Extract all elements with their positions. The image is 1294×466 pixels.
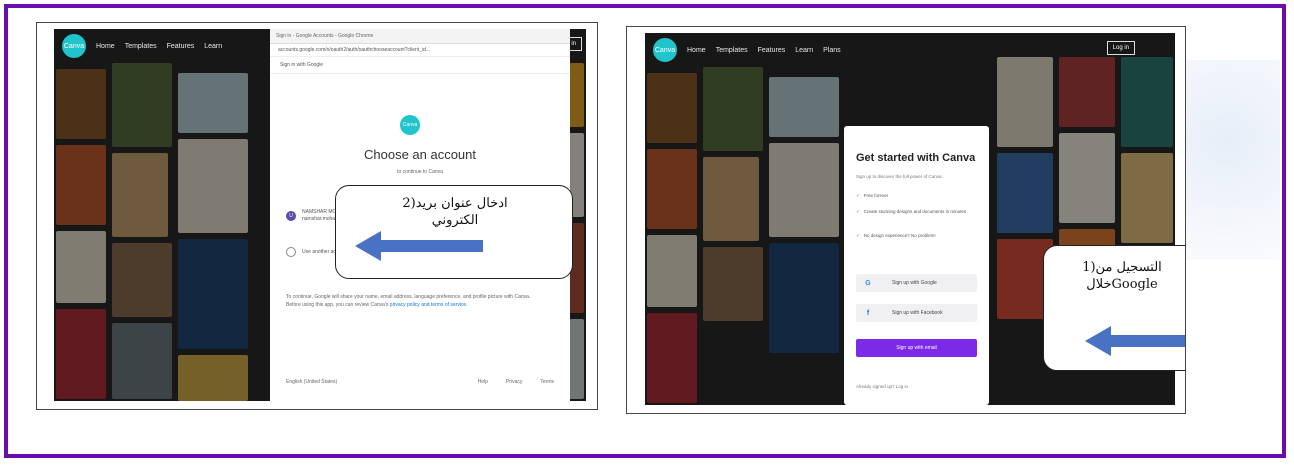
check-icon: ✓ (856, 233, 860, 238)
signup-email-label: Sign up with email (896, 345, 937, 351)
avatar: U (286, 211, 296, 221)
check-icon: ✓ (856, 193, 860, 198)
modal-subtitle: Sign up to discover the full power of Ca… (856, 174, 943, 179)
canva-logo[interactable]: Canva (653, 38, 677, 62)
callout-step-2-line1: 2)ادخال عنوان بريد (402, 196, 508, 211)
check-icon: ✓ (856, 209, 860, 214)
popup-url-bar: accounts.google.com/o/oauth2/auth/oauthc… (270, 44, 570, 57)
left-arrow-icon (1085, 326, 1185, 356)
callout-step-1-line2: خلالGoogle (1086, 277, 1158, 292)
continue-to-text: to continue to Canva (397, 169, 443, 175)
feature-bullet: ✓ Free forever (856, 192, 981, 199)
signup-google-label: Sign up with Google (892, 280, 937, 286)
nav-home[interactable]: Home (96, 43, 115, 50)
feature-bullet: ✓ No design experience? No problem! (856, 232, 981, 239)
screenshot-google-account-chooser: Canva Home Templates Features Learn Log … (36, 22, 598, 410)
canva-logo-small: Canva (400, 115, 420, 135)
help-link[interactable]: Help (478, 379, 488, 385)
screenshot-canva-signup: Canva Home Templates Features Learn Plan… (626, 26, 1186, 414)
canva-top-nav: Canva Home Templates Features Learn Plan… (645, 33, 1175, 67)
nav-plans[interactable]: Plans (823, 47, 841, 54)
modal-footer[interactable]: Already signed up? Log in (856, 384, 908, 389)
login-button[interactable]: Log in (1106, 41, 1135, 55)
user-circle-icon (286, 247, 296, 257)
callout-step-1-text: 1)التسجيل من خلالGoogle (1057, 259, 1185, 293)
nav-features[interactable]: Features (167, 43, 195, 50)
callout-step-1-line1: 1)التسجيل من (1082, 260, 1162, 275)
consent-text: To continue, Google will share your name… (286, 293, 546, 309)
signup-facebook-button[interactable]: f Sign up with Facebook (856, 304, 977, 322)
signup-modal: Get started with Canva Sign up to discov… (844, 126, 989, 405)
callout-step-2-line2: الكتروني (431, 213, 479, 228)
consent-links[interactable]: privacy policy and terms of service. (390, 302, 468, 308)
callout-step-2-text: 2)ادخال عنوان بريد الكتروني (355, 195, 555, 229)
signup-google-button[interactable]: G Sign up with Google (856, 274, 977, 292)
nav-home[interactable]: Home (687, 47, 706, 54)
choose-account-title: Choose an account (363, 147, 477, 162)
modal-title: Get started with Canva (856, 152, 976, 164)
language-select[interactable]: English (United States) (286, 379, 337, 385)
feature-bullet: ✓ Create stunning designs and documents i… (856, 208, 981, 215)
nav-learn[interactable]: Learn (795, 47, 813, 54)
privacy-link[interactable]: Privacy (506, 379, 522, 385)
left-arrow-icon (355, 231, 483, 261)
nav-templates[interactable]: Templates (716, 47, 748, 54)
nav-learn[interactable]: Learn (204, 43, 222, 50)
popup-subheader: Sign in with Google (270, 57, 570, 74)
signup-email-button[interactable]: Sign up with email (856, 339, 977, 357)
nav-templates[interactable]: Templates (125, 43, 157, 50)
feature-bullet-text: Create stunning designs and documents in… (863, 209, 967, 214)
feature-bullet-text: No design experience? No problem! (863, 233, 936, 238)
nav-features[interactable]: Features (758, 47, 786, 54)
popup-title-bar: Sign in - Google Accounts - Google Chrom… (270, 29, 570, 44)
facebook-icon: f (866, 309, 870, 317)
popup-footer: English (United States) Help Privacy Ter… (286, 379, 554, 385)
google-icon: G (865, 279, 871, 287)
canva-logo[interactable]: Canva (62, 34, 86, 58)
terms-link[interactable]: Terms (540, 379, 554, 385)
signup-facebook-label: Sign up with Facebook (892, 310, 943, 316)
feature-bullet-text: Free forever (863, 193, 889, 198)
